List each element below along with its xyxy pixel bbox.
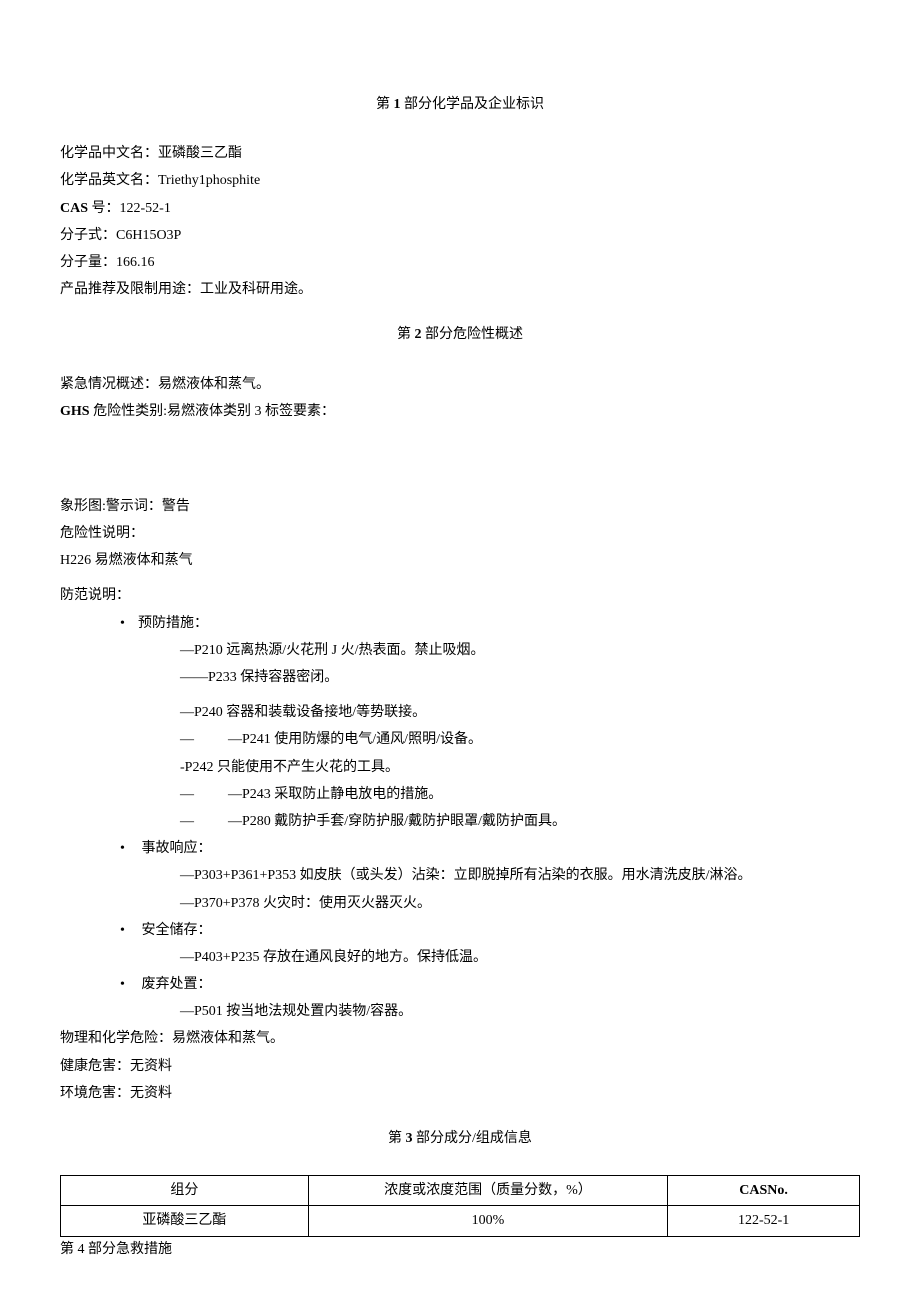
p280: —P280 戴防护手套/穿防护服/戴防护眼罩/戴防护面具。 [228,814,566,829]
composition-table: 组分 浓度或浓度范围（质量分数，%） CASNo. 亚磷酸三乙酯 100% 12… [60,1175,860,1236]
use-label: 产品推荐及限制用途： [60,282,200,297]
s3-num: 3 [402,1131,416,1146]
storage-label: 安全储存： [142,923,212,938]
phys-row: 物理和化学危险：易燃液体和蒸气。 [60,1026,860,1051]
section2-body: 紧急情况概述：易燃液体和蒸气。 GHS 危险性类别:易燃液体类别 3 标签要素：… [60,372,860,1107]
table-header-row: 组分 浓度或浓度范围（质量分数，%） CASNo. [61,1176,860,1206]
s2-suffix: 部分危险性概述 [425,327,523,342]
p241-row: ——P241 使用防爆的电气/通风/照明/设备。 [60,727,860,752]
p210: —P210 远离热源/火花刑 J 火/热表面。禁止吸烟。 [60,638,860,663]
disposal-label: 废弃处置： [142,977,212,992]
ghs-value: 易燃液体类别 3 标签要素： [167,404,335,419]
cas-label: CAS [60,201,88,216]
p403: —P403+P235 存放在通风良好的地方。保持低温。 [60,945,860,970]
s1-prefix: 第 [376,97,390,112]
s1-suffix: 部分化学品及企业标识 [404,97,544,112]
response-label: 事故响应： [142,841,212,856]
table-row: 亚磷酸三乙酯 100% 122-52-1 [61,1206,860,1236]
p233: ——P233 保持容器密闭。 [60,665,860,690]
use-value: 工业及科研用途。 [200,282,312,297]
signal-value: 警告 [162,499,190,514]
prevent-header: •预防措施： [60,611,860,636]
precaution-label: 防范说明： [60,583,860,608]
section4-title: 第 4 部分急救措施 [60,1237,860,1262]
health-row: 健康危害：无资料 [60,1054,860,1079]
p280-pre: — [180,809,228,834]
pictogram-row: 象形图:警示词：警告 [60,494,860,519]
pictogram-label: 象形图: [60,499,106,514]
formula-value: C6H15O3P [116,228,181,243]
col-component: 组分 [61,1176,309,1206]
prevent-label: 预防措施： [138,616,208,631]
s2-num: 2 [411,327,425,342]
health-label: 健康危害： [60,1059,130,1074]
p241: —P241 使用防爆的电气/通风/照明/设备。 [228,732,482,747]
section3-title: 第 3 部分成分/组成信息 [60,1126,860,1151]
phys-label: 物理和化学危险： [60,1031,172,1046]
s3-prefix: 第 [388,1131,402,1146]
col-concentration: 浓度或浓度范围（质量分数，%） [308,1176,668,1206]
emergency-value: 易燃液体和蒸气。 [158,377,270,392]
env-label: 环境危害： [60,1086,130,1101]
storage-header: • 安全储存： [60,918,860,943]
phys-value: 易燃液体和蒸气。 [172,1031,284,1046]
cell-casno: 122-52-1 [668,1206,860,1236]
hazard-stmt-label: 危险性说明： [60,521,860,546]
p242: -P242 只能使用不产生火花的工具。 [60,755,860,780]
ghs-row: GHS 危险性类别:易燃液体类别 3 标签要素： [60,399,860,424]
formula-label: 分子式： [60,228,116,243]
formula-row: 分子式：C6H15O3P [60,223,860,248]
cell-concentration: 100% [308,1206,668,1236]
emergency-label: 紧急情况概述： [60,377,158,392]
mw-value: 166.16 [116,255,155,270]
name-cn-label: 化学品中文名： [60,146,158,161]
ghs-label: GHS [60,404,90,419]
s1-num: 1 [390,97,404,112]
response-header: • 事故响应： [60,836,860,861]
cell-component: 亚磷酸三乙酯 [61,1206,309,1236]
bullet-icon: • [120,918,138,943]
p243-row: ——P243 采取防止静电放电的措施。 [60,782,860,807]
name-en-row: 化学品英文名：Triethy1phosphite [60,168,860,193]
p240: —P240 容器和装载设备接地/等势联接。 [60,700,860,725]
cas-row: CAS 号：122-52-1 [60,196,860,221]
p370: —P370+P378 火灾时：使用灭火器灭火。 [60,891,860,916]
disposal-header: • 废弃处置： [60,972,860,997]
ghs-label2: 危险性类别: [93,404,167,419]
mw-label: 分子量： [60,255,116,270]
name-en-value: Triethy1phosphite [158,173,260,188]
cas-label2: 号： [92,201,120,216]
s2-prefix: 第 [397,327,411,342]
cas-value: 122-52-1 [120,201,171,216]
section2-title: 第 2 部分危险性概述 [60,322,860,347]
p241-pre: — [180,727,228,752]
name-cn-value: 亚磷酸三乙酯 [158,146,242,161]
env-row: 环境危害：无资料 [60,1081,860,1106]
p280-row: ——P280 戴防护手套/穿防护服/戴防护眼罩/戴防护面具。 [60,809,860,834]
bullet-icon: • [120,836,138,861]
health-value: 无资料 [130,1059,172,1074]
name-cn-row: 化学品中文名：亚磷酸三乙酯 [60,141,860,166]
mw-row: 分子量：166.16 [60,250,860,275]
use-row: 产品推荐及限制用途：工业及科研用途。 [60,277,860,302]
section1-body: 化学品中文名：亚磷酸三乙酯 化学品英文名：Triethy1phosphite C… [60,141,860,302]
section1-title: 第 1 部分化学品及企业标识 [60,92,860,117]
emergency-row: 紧急情况概述：易燃液体和蒸气。 [60,372,860,397]
bullet-icon: • [120,611,138,636]
signal-label: 警示词： [106,499,162,514]
env-value: 无资料 [130,1086,172,1101]
col-casno: CASNo. [668,1176,860,1206]
s3-suffix: 部分成分/组成信息 [416,1131,532,1146]
bullet-icon: • [120,972,138,997]
p303: —P303+P361+P353 如皮肤（或头发）沾染：立即脱掉所有沾染的衣服。用… [60,863,860,888]
name-en-label: 化学品英文名： [60,173,158,188]
p243: —P243 采取防止静电放电的措施。 [228,787,442,802]
p243-pre: — [180,782,228,807]
p501: —P501 按当地法规处置内装物/容器。 [60,999,860,1024]
h226: H226 易燃液体和蒸气 [60,548,860,573]
